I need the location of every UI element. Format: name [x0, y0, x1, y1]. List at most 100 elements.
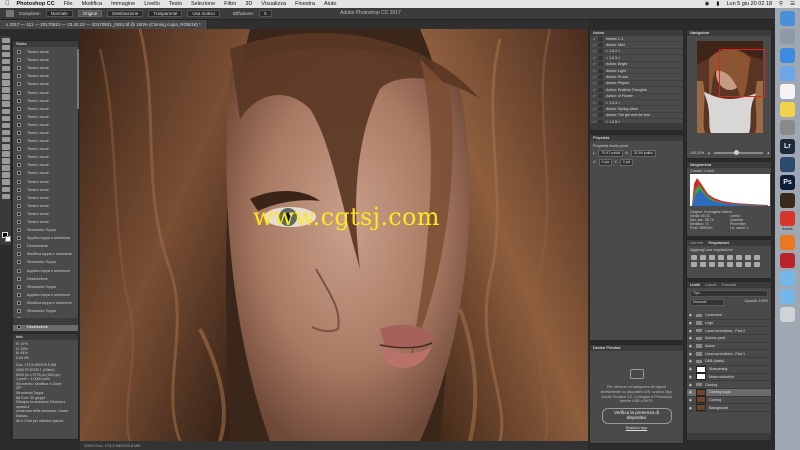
history-item[interactable]: Strumento Toppa: [13, 307, 78, 315]
zoom-out-icon[interactable]: ▲: [707, 151, 711, 155]
dialog-toggle-icon[interactable]: [598, 100, 603, 105]
visibility-eye-icon[interactable]: ◉: [687, 406, 694, 410]
dialog-toggle-icon[interactable]: [598, 94, 603, 99]
dialog-toggle-icon[interactable]: [598, 55, 603, 60]
dialog-toggle-icon[interactable]: [598, 36, 603, 41]
marquee-tool-icon[interactable]: [2, 44, 10, 51]
menu-aiuto[interactable]: Aiuto: [324, 1, 337, 7]
history-item[interactable]: Timbro clone: [13, 218, 78, 226]
wifi-icon[interactable]: ◉: [705, 1, 710, 7]
menu-testo[interactable]: Testo: [169, 1, 182, 7]
background-color-swatch[interactable]: [5, 236, 11, 242]
brush-tool-icon[interactable]: [2, 87, 10, 93]
move-tool-icon[interactable]: [2, 37, 10, 44]
folder-icon[interactable]: [780, 271, 795, 286]
visibility-eye-icon[interactable]: ◉: [687, 359, 694, 363]
history-item[interactable]: Timbro clone: [13, 105, 78, 113]
history-item[interactable]: Timbro clone: [13, 137, 78, 145]
menu-visualizza[interactable]: Visualizza: [261, 1, 286, 7]
document-tab[interactable]: x 2017 — 111 — 20170521 — 23.42.22 — 201…: [0, 20, 208, 29]
navigator-tab[interactable]: Navigatore: [690, 30, 709, 36]
dialog-toggle-icon[interactable]: [598, 81, 603, 86]
zoom-slider[interactable]: [713, 150, 764, 155]
history-item[interactable]: Timbro clone: [13, 129, 78, 137]
destination-button[interactable]: Destinazione: [107, 10, 144, 17]
black-white-icon[interactable]: [754, 255, 760, 260]
clone-stamp-tool-icon[interactable]: [2, 94, 10, 100]
filezilla-icon[interactable]: [780, 252, 795, 268]
tab-adjustments[interactable]: Regolazioni: [708, 240, 729, 246]
history-item[interactable]: Timbro clone: [13, 72, 78, 80]
height-field[interactable]: 32,59 pollici: [630, 150, 656, 157]
layer-row[interactable]: ◉ Actions pack: [687, 335, 771, 343]
layer-filter-select[interactable]: Tipo: [690, 290, 768, 297]
gradient-tool-icon[interactable]: [2, 115, 10, 122]
safari-icon[interactable]: [780, 47, 795, 63]
finder-icon[interactable]: [780, 11, 795, 27]
camera-raw-icon[interactable]: [780, 156, 795, 172]
history-item[interactable]: Timbro clone: [13, 56, 78, 64]
navigator-view-box[interactable]: [719, 49, 765, 97]
layer-row[interactable]: ◉ Action: [687, 343, 771, 351]
dodge-tool-icon[interactable]: [2, 129, 10, 136]
vibrance-icon[interactable]: [727, 255, 733, 260]
adobe-apps-icon[interactable]: [780, 211, 795, 227]
bridge-icon[interactable]: [780, 193, 795, 209]
history-item[interactable]: Modifica toppa e selezione: [13, 250, 78, 258]
channel-mixer-icon[interactable]: [700, 262, 706, 267]
history-brush-tool-icon[interactable]: [2, 101, 10, 107]
history-item[interactable]: Timbro clone: [13, 88, 78, 96]
more-tools-icon[interactable]: [2, 179, 10, 185]
edit-toolbar-icon[interactable]: [2, 186, 10, 193]
tab-layers[interactable]: Livelli: [690, 282, 700, 288]
history-item[interactable]: Deselezione: [13, 275, 78, 283]
visibility-eye-icon[interactable]: ◉: [687, 344, 694, 348]
x-field[interactable]: 0 pix: [598, 159, 613, 166]
tab-channels[interactable]: Canali: [705, 282, 716, 288]
history-item[interactable]: Timbro clone: [13, 97, 78, 105]
tool-preset-icon[interactable]: [6, 10, 14, 17]
invert-icon[interactable]: [718, 262, 724, 267]
history-item[interactable]: Modifica toppa e selezione: [13, 299, 78, 307]
visibility-eye-icon[interactable]: ◉: [687, 336, 694, 340]
menu-immagine[interactable]: Immagine: [111, 1, 135, 7]
history-scrollbar[interactable]: [77, 49, 79, 109]
history-item[interactable]: Timbro clone: [13, 202, 78, 210]
history-item[interactable]: Timbro clone: [13, 153, 78, 161]
layer-row[interactable]: ◉ Cloning: [687, 396, 771, 405]
eraser-tool-icon[interactable]: [2, 108, 10, 115]
gradient-map-icon[interactable]: [745, 262, 751, 267]
dialog-toggle-icon[interactable]: [598, 75, 603, 80]
healing-tool-icon[interactable]: [2, 80, 10, 86]
mail-icon[interactable]: [780, 65, 795, 81]
preferences-icon[interactable]: [780, 120, 795, 136]
layer-row[interactable]: ◉ Cloning: [687, 381, 771, 389]
visibility-eye-icon[interactable]: ◉: [687, 390, 694, 394]
layer-row[interactable]: ◉ Background: [687, 404, 771, 412]
threshold-icon[interactable]: [736, 262, 742, 267]
history-item[interactable]: Timbro clone: [13, 145, 78, 153]
type-tool-icon[interactable]: [2, 144, 10, 150]
eyedropper-tool-icon[interactable]: [2, 73, 10, 79]
quick-mask-icon[interactable]: [2, 193, 10, 200]
history-item[interactable]: Applica toppa e selezione: [13, 267, 78, 275]
histogram-tab[interactable]: Istogramma: [690, 162, 711, 168]
layer-row[interactable]: ◉ Cloning copia: [687, 388, 771, 397]
layer-row[interactable]: ◉ D&B (basic): [687, 358, 771, 366]
visibility-eye-icon[interactable]: ◉: [687, 383, 694, 387]
zoom-in-icon[interactable]: ▲: [766, 151, 770, 155]
y-field[interactable]: 0 pix: [619, 159, 634, 166]
layer-row[interactable]: ◉ Correzioni: [687, 312, 771, 320]
transparent-button[interactable]: Trasparente: [148, 10, 183, 17]
layer-row[interactable]: ◉ Noise reduction: [687, 373, 771, 382]
zoom-slider-knob[interactable]: [733, 150, 739, 155]
shape-tool-icon[interactable]: [2, 158, 10, 164]
visibility-eye-icon[interactable]: ◉: [687, 352, 694, 356]
history-item[interactable]: Timbro clone: [13, 194, 78, 202]
path-select-tool-icon[interactable]: [2, 151, 10, 157]
selective-color-icon[interactable]: [754, 262, 760, 267]
history-item[interactable]: Applica toppa e selezione: [13, 234, 78, 242]
launchpad-icon[interactable]: [780, 29, 795, 45]
visibility-eye-icon[interactable]: ◉: [687, 329, 694, 333]
visibility-eye-icon[interactable]: ◉: [687, 367, 694, 371]
